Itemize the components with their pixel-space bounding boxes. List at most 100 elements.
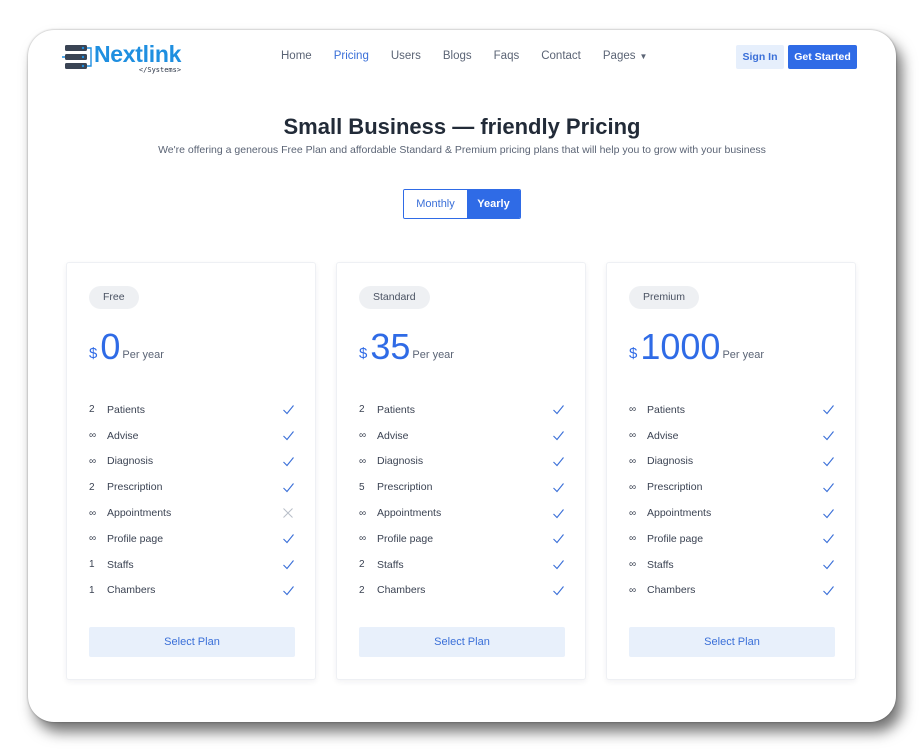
feature-label: Staffs xyxy=(107,558,134,571)
feature-quantity: 2 xyxy=(359,584,365,596)
check-icon xyxy=(551,506,565,520)
check-icon xyxy=(821,403,835,417)
feature-quantity: ∞ xyxy=(89,533,97,545)
feature-row: ∞ Appointments xyxy=(359,500,565,526)
check-icon xyxy=(551,403,565,417)
feature-row: 1 Chambers xyxy=(89,578,295,604)
main-nav: Home Pricing Users Blogs Faqs Contact Pa… xyxy=(281,50,669,62)
feature-row: 5 Prescription xyxy=(359,474,565,500)
feature-quantity: ∞ xyxy=(629,584,637,596)
feature-quantity: ∞ xyxy=(629,507,637,519)
browser-frame: Nextlink </Systems> Home Pricing Users B… xyxy=(28,30,896,722)
check-icon xyxy=(821,532,835,546)
feature-label: Chambers xyxy=(107,584,156,597)
feature-row: ∞ Diagnosis xyxy=(359,449,565,475)
feature-quantity: ∞ xyxy=(89,430,97,442)
feature-label: Patients xyxy=(107,403,145,416)
plan-price: $ 35 Per year xyxy=(359,327,454,367)
feature-row: 2 Staffs xyxy=(359,552,565,578)
check-icon xyxy=(821,429,835,443)
feature-quantity: ∞ xyxy=(629,455,637,467)
nav-pricing[interactable]: Pricing xyxy=(334,50,369,62)
price-period: Per year xyxy=(412,349,454,361)
feature-row: 2 Prescription xyxy=(89,474,295,500)
plan-price: $ 0 Per year xyxy=(89,327,164,367)
feature-quantity: 2 xyxy=(359,404,365,416)
feature-label: Profile page xyxy=(647,532,704,545)
plan-name-badge: Premium xyxy=(629,286,700,309)
nav-faqs[interactable]: Faqs xyxy=(494,50,520,62)
nav-contact[interactable]: Contact xyxy=(541,50,581,62)
billing-toggle: Monthly Yearly xyxy=(403,189,521,219)
feature-row: ∞ Appointments xyxy=(629,500,835,526)
price-period: Per year xyxy=(722,349,765,361)
check-icon xyxy=(281,454,295,468)
select-plan-button[interactable]: Select Plan xyxy=(359,627,565,657)
feature-row: ∞ Advise xyxy=(89,423,295,449)
feature-label: Advise xyxy=(377,429,409,442)
feature-row: ∞ Profile page xyxy=(629,526,835,552)
pricing-card-standard: Standard $ 35 Per year 2 Patients ∞ Advi… xyxy=(336,262,586,680)
pricing-card-free: Free $ 0 Per year 2 Patients ∞ Advise ∞ … xyxy=(66,262,316,680)
feature-row: ∞ Diagnosis xyxy=(89,449,295,475)
toggle-yearly[interactable]: Yearly xyxy=(467,190,520,218)
check-icon xyxy=(551,532,565,546)
nav-users[interactable]: Users xyxy=(391,50,421,62)
feature-list: ∞ Patients ∞ Advise ∞ Diagnosis ∞ Prescr… xyxy=(629,397,835,603)
feature-list: 2 Patients ∞ Advise ∞ Diagnosis 2 Prescr… xyxy=(89,397,295,603)
feature-row: ∞ Appointments xyxy=(89,500,295,526)
feature-quantity: ∞ xyxy=(629,404,637,416)
get-started-button[interactable]: Get Started xyxy=(788,45,857,69)
close-icon xyxy=(281,506,295,520)
pricing-card-premium: Premium $ 1000 Per year ∞ Patients ∞ Adv… xyxy=(606,262,856,680)
feature-row: ∞ Advise xyxy=(359,423,565,449)
page-title: Small Business — friendly Pricing xyxy=(283,114,641,139)
feature-label: Appointments xyxy=(377,507,442,520)
feature-label: Profile page xyxy=(377,532,434,545)
feature-label: Prescription xyxy=(107,481,163,494)
check-icon xyxy=(551,583,565,597)
feature-label: Chambers xyxy=(377,584,426,597)
feature-quantity: ∞ xyxy=(359,507,367,519)
feature-label: Diagnosis xyxy=(377,455,424,468)
check-icon xyxy=(821,480,835,494)
feature-quantity: ∞ xyxy=(629,481,637,493)
select-plan-button[interactable]: Select Plan xyxy=(629,627,835,657)
check-icon xyxy=(551,429,565,443)
feature-row: 2 Patients xyxy=(89,397,295,423)
feature-quantity: ∞ xyxy=(359,533,367,545)
nav-pages-dropdown[interactable]: Pages ▼ xyxy=(603,50,648,62)
feature-quantity: ∞ xyxy=(89,507,97,519)
feature-quantity: 2 xyxy=(89,481,95,493)
brand-tagline: </Systems> xyxy=(138,66,182,74)
feature-label: Staffs xyxy=(647,558,674,571)
feature-row: ∞ Profile page xyxy=(359,526,565,552)
feature-label: Diagnosis xyxy=(107,455,154,468)
feature-row: ∞ Diagnosis xyxy=(629,449,835,475)
check-icon xyxy=(821,558,835,572)
feature-label: Appointments xyxy=(647,507,712,520)
check-icon xyxy=(821,506,835,520)
nav-blogs[interactable]: Blogs xyxy=(443,50,472,62)
select-plan-button[interactable]: Select Plan xyxy=(89,627,295,657)
feature-quantity: ∞ xyxy=(359,455,367,467)
feature-label: Profile page xyxy=(107,532,164,545)
feature-label: Patients xyxy=(377,403,415,416)
feature-label: Staffs xyxy=(377,558,404,571)
toggle-monthly[interactable]: Monthly xyxy=(404,190,467,218)
chevron-down-icon: ▼ xyxy=(639,51,648,61)
check-icon xyxy=(281,558,295,572)
check-icon xyxy=(551,558,565,572)
sign-in-button[interactable]: Sign In xyxy=(736,45,784,69)
nav-home[interactable]: Home xyxy=(281,50,312,62)
feature-row: ∞ Staffs xyxy=(629,552,835,578)
check-icon xyxy=(281,403,295,417)
price-amount: 1000 xyxy=(640,326,721,367)
feature-row: ∞ Prescription xyxy=(629,474,835,500)
feature-row: ∞ Profile page xyxy=(89,526,295,552)
feature-label: Appointments xyxy=(107,507,172,520)
nav-pages-label: Pages xyxy=(602,50,636,62)
brand-logo[interactable]: Nextlink </Systems> xyxy=(62,43,181,74)
feature-list: 2 Patients ∞ Advise ∞ Diagnosis 5 Prescr… xyxy=(359,397,565,603)
page-subtitle: We're offering a generous Free Plan and … xyxy=(158,144,766,156)
